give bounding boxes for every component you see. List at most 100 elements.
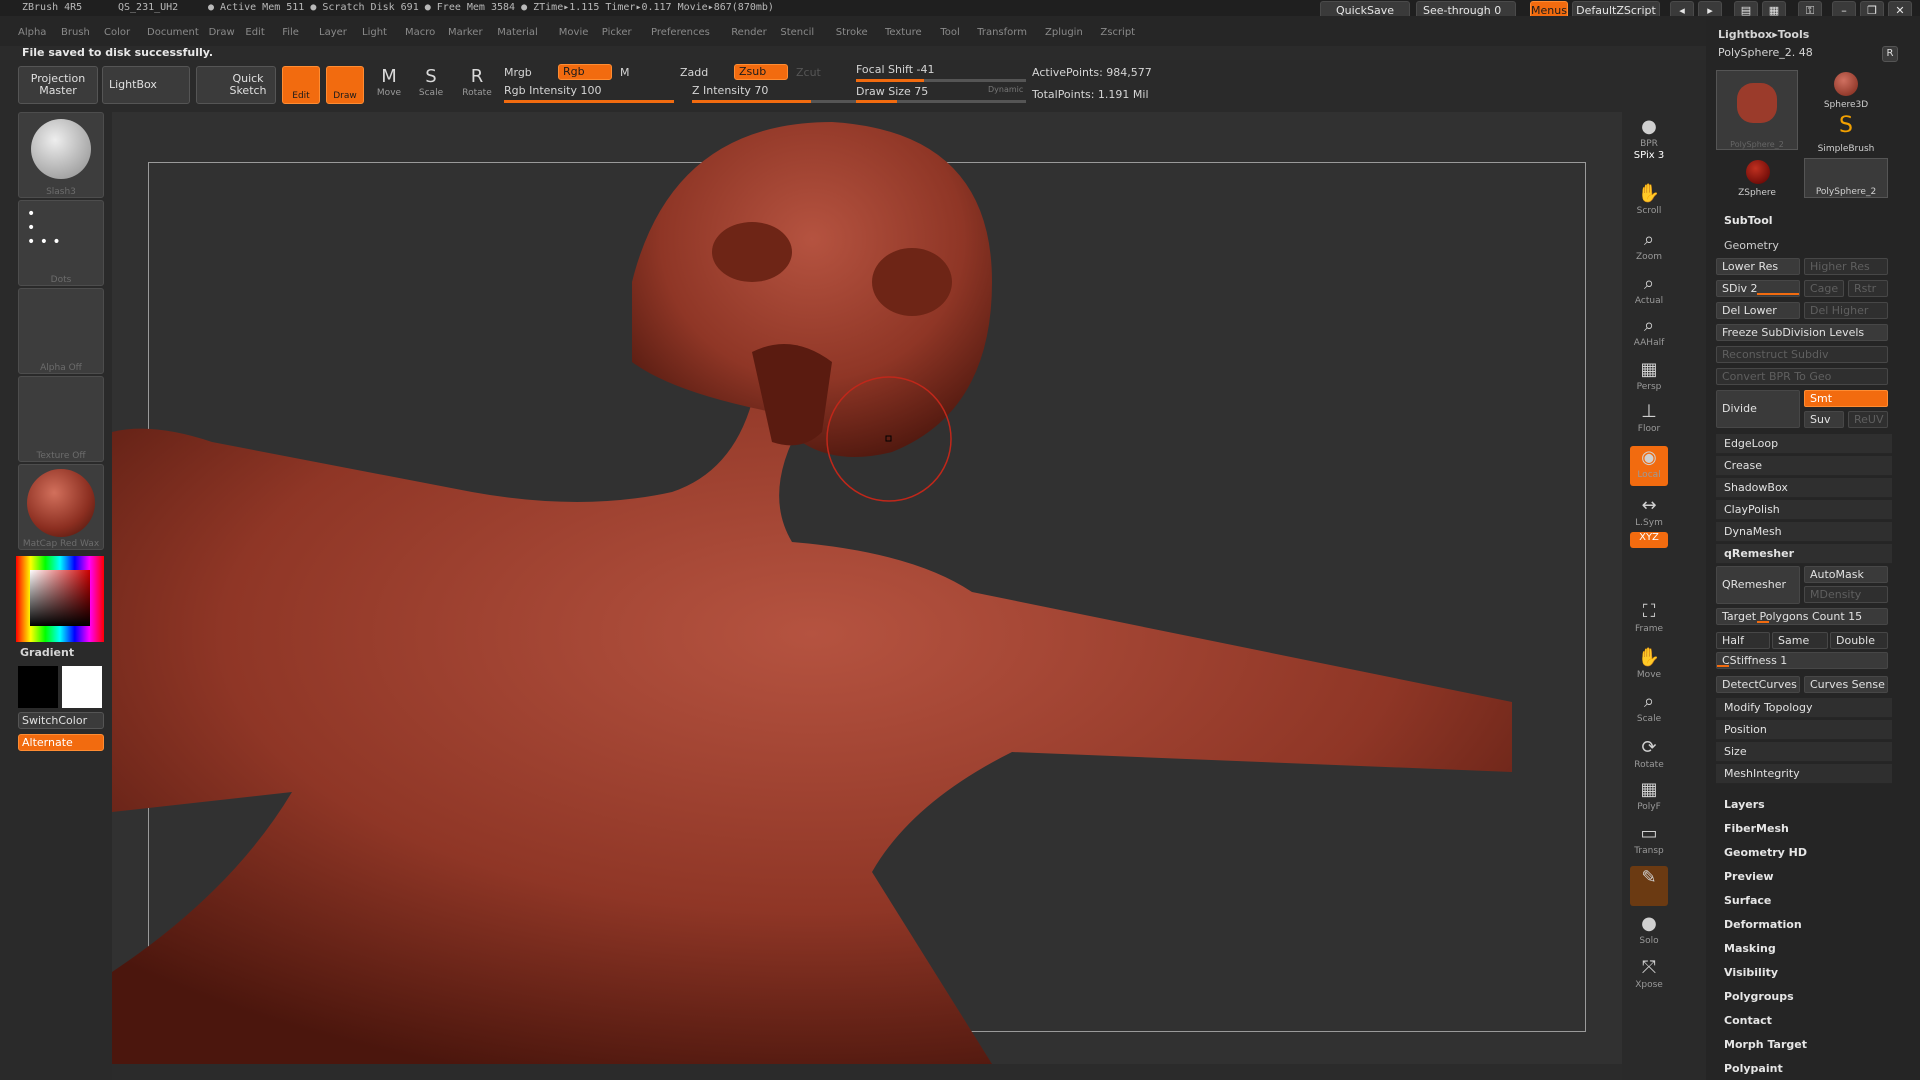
- rightshelf-floor-button[interactable]: ⊥ Floor: [1630, 400, 1668, 440]
- tool-thumb-polysphere-2[interactable]: PolySphere_2: [1804, 158, 1888, 198]
- category-polygroups[interactable]: Polygroups: [1724, 990, 1794, 1003]
- rightshelf-xpose-button[interactable]: ⤧ Xpose: [1630, 956, 1668, 996]
- rightshelf-move-button[interactable]: ✋ Move: [1630, 646, 1668, 686]
- category-morph-target[interactable]: Morph Target: [1724, 1038, 1807, 1051]
- draw-button[interactable]: Draw: [326, 66, 364, 104]
- menu-zplugin[interactable]: Zplugin: [1045, 27, 1083, 38]
- menu-preferences[interactable]: Preferences: [651, 27, 710, 38]
- tool-thumb-simplebrush[interactable]: S SimpleBrush: [1804, 114, 1888, 155]
- del-lower-button[interactable]: Del Lower: [1716, 302, 1800, 319]
- rightshelf-bpr-button[interactable]: ● BPR: [1630, 115, 1668, 155]
- category-masking[interactable]: Masking: [1724, 942, 1776, 955]
- menu-draw[interactable]: Draw: [209, 27, 235, 38]
- reconstruct-subdiv-button[interactable]: Reconstruct Subdiv: [1716, 346, 1888, 363]
- menu-macro[interactable]: Macro: [405, 27, 435, 38]
- lightbox-tools-header[interactable]: Lightbox▸Tools: [1718, 28, 1809, 41]
- menu-picker[interactable]: Picker: [602, 27, 632, 38]
- half-button[interactable]: Half: [1716, 632, 1770, 649]
- qremesher-button[interactable]: QRemesher: [1716, 566, 1800, 604]
- zsub-button[interactable]: Zsub: [734, 64, 788, 80]
- category-deformation[interactable]: Deformation: [1724, 918, 1802, 931]
- category-preview[interactable]: Preview: [1724, 870, 1774, 883]
- divide-button[interactable]: Divide: [1716, 390, 1800, 428]
- sdiv-slider[interactable]: SDiv 2: [1716, 280, 1800, 297]
- position-section[interactable]: Position: [1716, 720, 1892, 740]
- menu-texture[interactable]: Texture: [885, 27, 922, 38]
- menu-light[interactable]: Light: [362, 27, 387, 38]
- category-contact[interactable]: Contact: [1724, 1014, 1772, 1027]
- stroke-selector[interactable]: • • • • • Dots: [18, 200, 104, 286]
- geometry-section[interactable]: Geometry: [1724, 239, 1779, 252]
- focal-shift-slider[interactable]: [856, 79, 1026, 82]
- menu-layer[interactable]: Layer: [319, 27, 347, 38]
- menu-document[interactable]: Document: [147, 27, 199, 38]
- category-polypaint[interactable]: Polypaint: [1724, 1062, 1783, 1075]
- meshintegrity-section[interactable]: MeshIntegrity: [1716, 764, 1892, 784]
- menu-stroke[interactable]: Stroke: [836, 27, 868, 38]
- brush-selector[interactable]: Slash3: [18, 112, 104, 198]
- rightshelf-zoom-button[interactable]: ⌕ Zoom: [1630, 228, 1668, 268]
- size-section[interactable]: Size: [1716, 742, 1892, 762]
- rightshelf-persp-button[interactable]: ▦ Persp: [1630, 358, 1668, 398]
- rightshelf-frame-button[interactable]: ⛶ Frame: [1630, 600, 1668, 640]
- z-intensity-slider[interactable]: [692, 100, 862, 103]
- shadowbox-section[interactable]: ShadowBox: [1716, 478, 1892, 498]
- texture-selector[interactable]: Texture Off: [18, 376, 104, 462]
- category-fibermesh[interactable]: FiberMesh: [1724, 822, 1789, 835]
- category-surface[interactable]: Surface: [1724, 894, 1771, 907]
- document-canvas[interactable]: [112, 112, 1622, 1064]
- dynamesh-section[interactable]: DynaMesh: [1716, 522, 1892, 542]
- color-saturation-square[interactable]: [30, 570, 90, 626]
- convert-bpr-button[interactable]: Convert BPR To Geo: [1716, 368, 1888, 385]
- edit-button[interactable]: Edit: [282, 66, 320, 104]
- rightshelf-actual-button[interactable]: ⌕ Actual: [1630, 272, 1668, 312]
- reuv-toggle[interactable]: ReUV: [1848, 411, 1888, 428]
- rotate-mode-button[interactable]: R Rotate: [458, 66, 496, 98]
- modify-topology-section[interactable]: Modify Topology: [1716, 698, 1892, 718]
- draw-size-slider[interactable]: [856, 100, 1026, 103]
- menu-brush[interactable]: Brush: [61, 27, 90, 38]
- secondary-color-swatch[interactable]: [18, 666, 58, 708]
- rgb-intensity-slider[interactable]: [504, 100, 674, 103]
- menu-zscript[interactable]: Zscript: [1100, 27, 1135, 38]
- crease-section[interactable]: Crease: [1716, 456, 1892, 476]
- category-visibility[interactable]: Visibility: [1724, 966, 1778, 979]
- color-picker[interactable]: [16, 556, 104, 642]
- rightshelf-ghost-button[interactable]: ✎: [1630, 866, 1668, 906]
- tool-thumb-zsphere[interactable]: ZSphere: [1716, 158, 1798, 198]
- smt-toggle[interactable]: Smt: [1804, 390, 1888, 407]
- scale-mode-button[interactable]: S Scale: [414, 66, 448, 98]
- rgb-button[interactable]: Rgb: [558, 64, 612, 80]
- menu-color[interactable]: Color: [104, 27, 130, 38]
- higher-res-button[interactable]: Higher Res: [1804, 258, 1888, 275]
- category-layers[interactable]: Layers: [1724, 798, 1765, 811]
- m-button[interactable]: M: [620, 66, 630, 79]
- rightshelf-polyf-button[interactable]: ▦ PolyF: [1630, 778, 1668, 818]
- r-button[interactable]: R: [1882, 46, 1898, 62]
- same-button[interactable]: Same: [1772, 632, 1828, 649]
- rightshelf-xyz-button[interactable]: XYZ: [1630, 532, 1668, 548]
- category-geometry-hd[interactable]: Geometry HD: [1724, 846, 1807, 859]
- main-color-swatch[interactable]: [62, 666, 102, 708]
- claypolish-section[interactable]: ClayPolish: [1716, 500, 1892, 520]
- zadd-button[interactable]: Zadd: [680, 66, 708, 79]
- quick-sketch-button[interactable]: Quick Sketch: [196, 66, 276, 104]
- cage-button[interactable]: Cage: [1804, 280, 1844, 297]
- menu-tool[interactable]: Tool: [940, 27, 959, 38]
- menu-alpha[interactable]: Alpha: [18, 27, 46, 38]
- rightshelf-local-button[interactable]: ◉ Local: [1630, 446, 1668, 486]
- qremesher-section[interactable]: qRemesher: [1716, 544, 1892, 564]
- automask-toggle[interactable]: AutoMask: [1804, 566, 1888, 583]
- menu-material[interactable]: Material: [497, 27, 538, 38]
- gradient-label[interactable]: Gradient: [20, 646, 74, 659]
- tool-thumb-sphere3d[interactable]: Sphere3D: [1804, 70, 1888, 110]
- menu-stencil[interactable]: Stencil: [780, 27, 814, 38]
- menu-file[interactable]: File: [282, 27, 299, 38]
- rightshelf-aahalf-button[interactable]: ⌕ AAHalf: [1630, 314, 1668, 354]
- lower-res-button[interactable]: Lower Res: [1716, 258, 1800, 275]
- material-selector[interactable]: MatCap Red Wax: [18, 464, 104, 550]
- menu-edit[interactable]: Edit: [245, 27, 264, 38]
- cstiffness-slider[interactable]: CStiffness 1: [1716, 652, 1888, 669]
- rightshelf-rotate-button[interactable]: ⟳ Rotate: [1630, 736, 1668, 776]
- alternate-button[interactable]: Alternate: [18, 734, 104, 751]
